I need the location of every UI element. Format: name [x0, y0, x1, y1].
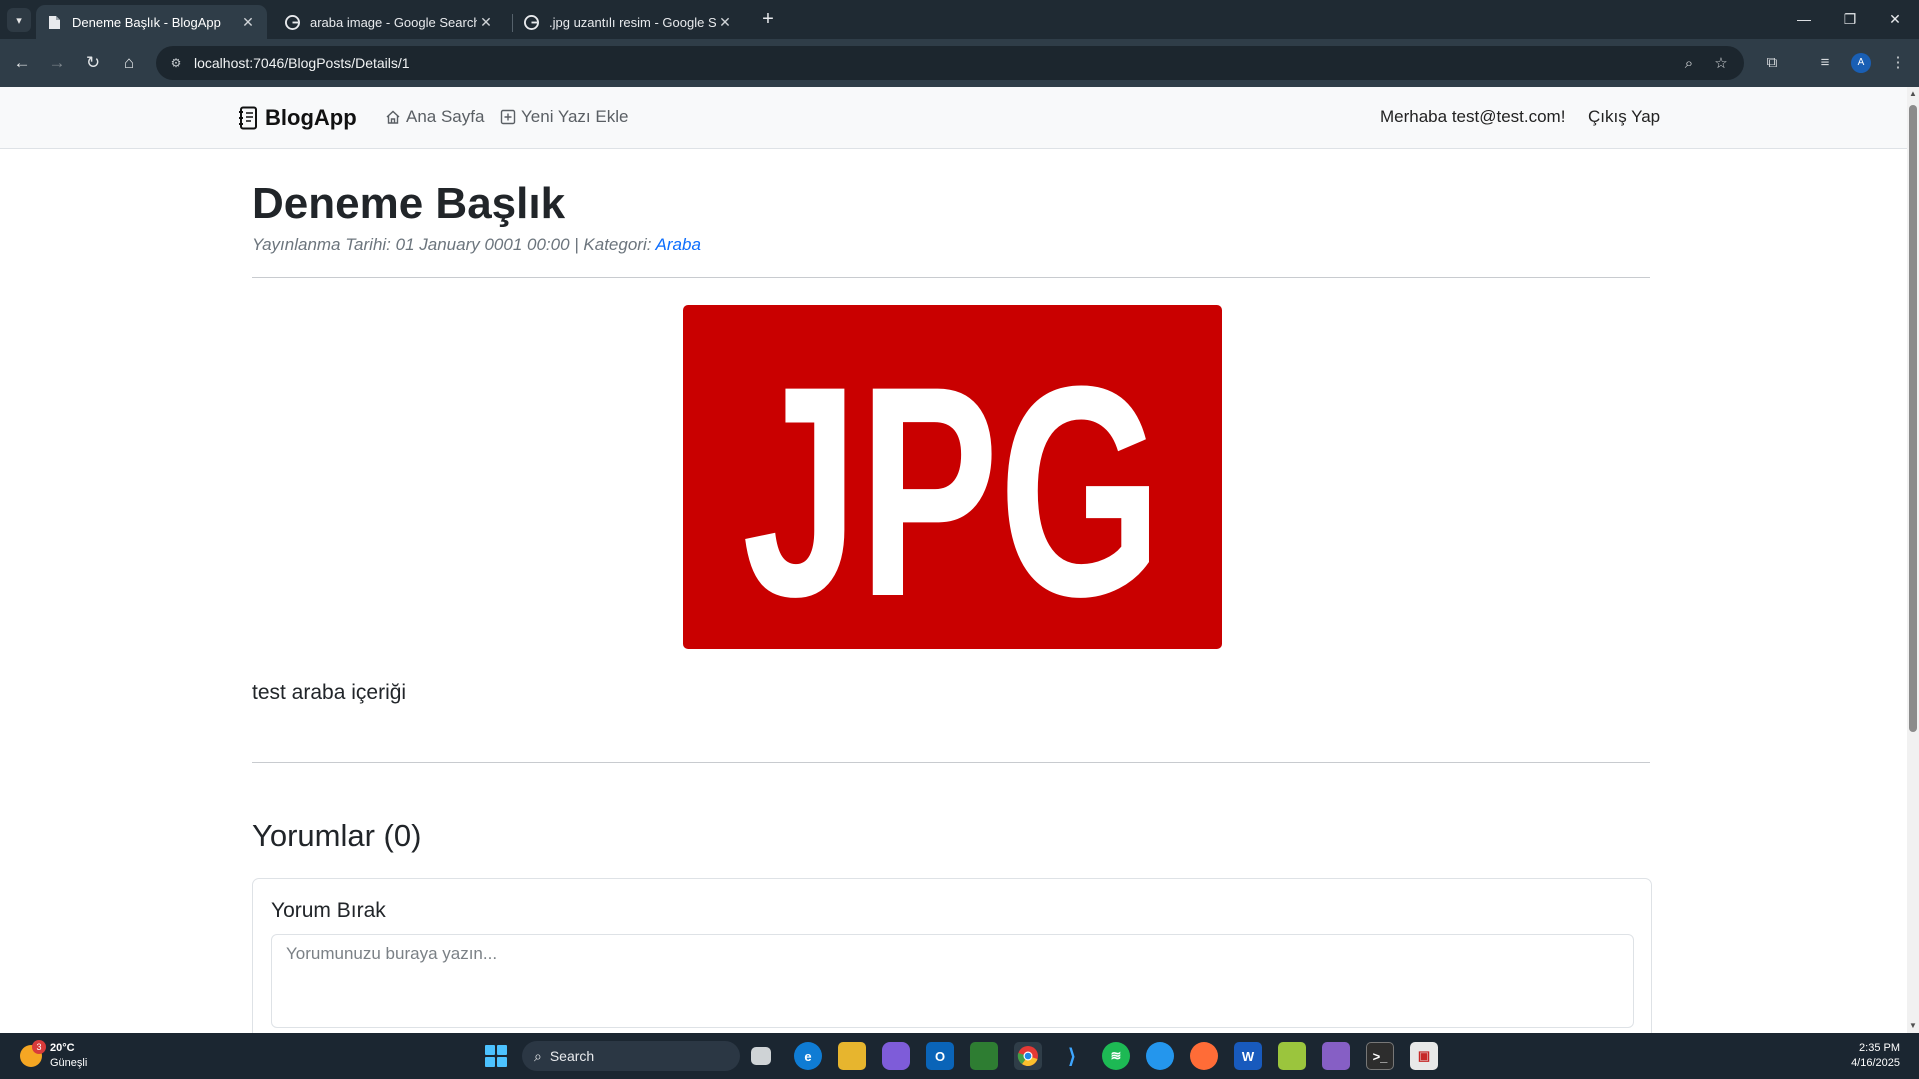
tab-title: Deneme Başlık - BlogApp [72, 14, 221, 30]
edge-icon[interactable]: e [794, 1042, 822, 1070]
profile-avatar[interactable]: A [1851, 53, 1871, 73]
tab-search-button[interactable]: ▾ [7, 8, 31, 32]
file-explorer-icon[interactable] [838, 1042, 866, 1070]
zoom-icon[interactable]: ⌕ [1679, 54, 1699, 74]
weather-widget[interactable]: 3 20°C Güneşli [20, 1040, 88, 1071]
windows-start-icon[interactable] [485, 1045, 507, 1067]
comment-form-title: Yorum Bırak [271, 899, 386, 922]
task-view-icon[interactable] [751, 1047, 771, 1065]
reload-icon[interactable]: ↻ [80, 50, 106, 76]
tab-google-araba[interactable]: araba image - Google Search ✕ [274, 5, 505, 39]
scroll-thumb[interactable] [1909, 105, 1917, 732]
new-tab-button[interactable]: + [757, 8, 779, 30]
post-meta-text: Yayınlanma Tarihi: 01 January 0001 00:00… [252, 235, 656, 254]
spotify-icon[interactable]: ≋ [1102, 1042, 1130, 1070]
notification-badge: 3 [32, 1040, 46, 1054]
tab-title: .jpg uzantılı resim - Google Search [549, 14, 716, 30]
post-image: JPG [683, 305, 1222, 649]
postman-icon[interactable] [1190, 1042, 1218, 1070]
visual-studio-icon[interactable] [1322, 1042, 1350, 1070]
nav-home-link[interactable]: Ana Sayfa [385, 107, 484, 127]
sun-icon: 3 [20, 1040, 46, 1067]
scroll-up-icon[interactable]: ▲ [1909, 90, 1917, 98]
clock-date: 4/16/2025 [1851, 1057, 1900, 1069]
page-viewport: BlogApp Ana Sayfa Yeni Yazı Ekle Merhaba… [0, 87, 1907, 1033]
word-icon[interactable]: W [1234, 1042, 1262, 1070]
menu-kebab-icon[interactable]: ⋮ [1887, 52, 1909, 74]
weather-desc: Güneşli [50, 1057, 88, 1069]
google-icon [523, 14, 539, 30]
search-icon: ⌕ [534, 1047, 542, 1064]
brand-name: BlogApp [265, 105, 357, 130]
weather-temp: 20°C [50, 1042, 75, 1054]
address-bar[interactable]: ⚙ localhost:7046/BlogPosts/Details/1 ⌕ ☆ [156, 46, 1744, 80]
logout-link[interactable]: Çıkış Yap [1588, 107, 1660, 127]
comments-heading: Yorumlar (0) [252, 818, 422, 853]
post-meta: Yayınlanma Tarihi: 01 January 0001 00:00… [252, 235, 701, 255]
nav-new-post-link[interactable]: Yeni Yazı Ekle [500, 107, 628, 127]
taskbar-search[interactable]: ⌕ Search [522, 1041, 740, 1071]
system-clock[interactable]: 2:35 PM 4/16/2025 [1840, 1041, 1900, 1071]
post-title: Deneme Başlık [252, 179, 566, 228]
divider [252, 277, 1650, 278]
browser-toolbar: ← → ↻ ⌂ ⚙ localhost:7046/BlogPosts/Detai… [0, 39, 1919, 87]
tab-close-icon[interactable]: ✕ [239, 14, 257, 31]
home-icon[interactable]: ⌂ [116, 50, 142, 76]
outlook-icon[interactable]: O [926, 1042, 954, 1070]
bookmark-star-icon[interactable]: ☆ [1711, 54, 1731, 74]
site-navbar: BlogApp Ana Sayfa Yeni Yazı Ekle Merhaba… [0, 87, 1907, 149]
page-icon [46, 14, 62, 30]
tab-close-icon[interactable]: ✕ [716, 14, 734, 31]
tab-blogapp[interactable]: Deneme Başlık - BlogApp ✕ [36, 5, 267, 39]
user-greeting: Merhaba test@test.com! [1380, 107, 1566, 126]
search-label: Search [549, 1048, 595, 1064]
tab-close-icon[interactable]: ✕ [477, 14, 495, 31]
google-icon [284, 14, 300, 30]
notepad-icon[interactable] [1278, 1042, 1306, 1070]
tab-google-jpg[interactable]: .jpg uzantılı resim - Google Search ✕ [513, 5, 744, 39]
browser-tab-bar: ▾ Deneme Başlık - BlogApp ✕ araba image … [0, 0, 1919, 39]
plus-square-icon [500, 109, 516, 125]
home-icon [386, 110, 400, 124]
forward-arrow-icon[interactable]: → [44, 50, 70, 76]
media-control-icon[interactable]: ≡ [1814, 52, 1836, 74]
back-arrow-icon[interactable]: ← [9, 50, 35, 76]
divider [252, 762, 1650, 763]
clock-time: 2:35 PM [1859, 1042, 1900, 1054]
url-text[interactable]: localhost:7046/BlogPosts/Details/1 [194, 55, 410, 71]
journal-icon [239, 106, 257, 130]
site-info-icon[interactable]: ⚙ [168, 55, 184, 71]
snipping-tool-icon[interactable] [970, 1042, 998, 1070]
copilot-icon[interactable] [882, 1042, 910, 1070]
post-content: test araba içeriği [252, 681, 407, 704]
docker-icon[interactable] [1146, 1042, 1174, 1070]
windows-taskbar: 3 20°C Güneşli ⌕ Search e O ⟩ ≋ W >_ ▣ 2… [0, 1033, 1919, 1079]
comment-form-card: Yorum Bırak [252, 878, 1652, 1033]
extensions-icon[interactable]: ⧉ [1761, 52, 1783, 74]
restore-icon[interactable]: ❐ [1835, 6, 1865, 32]
chrome-icon[interactable] [1014, 1042, 1042, 1070]
nav-link-label: Ana Sayfa [406, 107, 485, 126]
category-link[interactable]: Araba [656, 235, 701, 254]
window-close-icon[interactable]: ✕ [1880, 6, 1910, 32]
page-scrollbar[interactable]: ▲ ▼ [1907, 87, 1919, 1033]
nav-link-label: Yeni Yazı Ekle [521, 107, 629, 126]
minimize-icon[interactable]: — [1789, 6, 1819, 32]
comment-textarea[interactable] [271, 934, 1634, 1028]
snip-sketch-icon[interactable]: ▣ [1410, 1042, 1438, 1070]
tab-title: araba image - Google Search [310, 14, 477, 30]
vscode-icon[interactable]: ⟩ [1058, 1042, 1086, 1070]
terminal-icon[interactable]: >_ [1366, 1042, 1394, 1070]
scroll-down-icon[interactable]: ▼ [1909, 1022, 1917, 1030]
brand-link[interactable]: BlogApp [238, 105, 357, 131]
post-image-label: JPG [742, 323, 1162, 649]
